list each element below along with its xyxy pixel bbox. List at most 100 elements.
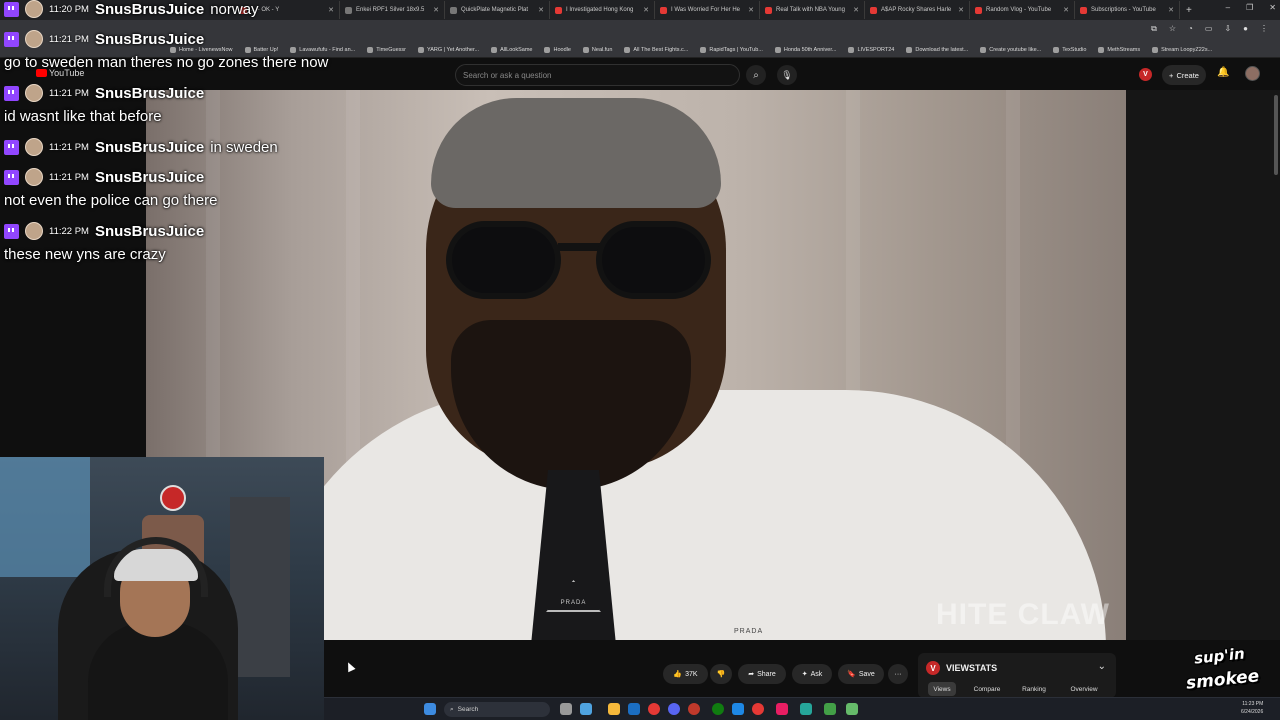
tab-close-icon[interactable]: ✕ xyxy=(643,6,649,14)
taskbar-search[interactable]: ⌕ Search xyxy=(444,702,550,717)
app-icon[interactable] xyxy=(846,703,858,715)
tab-close-icon[interactable]: ✕ xyxy=(958,6,964,14)
like-button[interactable]: 👍 37K xyxy=(663,664,708,684)
widgets-icon[interactable] xyxy=(580,703,592,715)
download-icon[interactable]: ⇩ xyxy=(1224,24,1231,34)
extension-icon[interactable]: ◔ xyxy=(1188,24,1193,34)
twitch-icon xyxy=(4,169,19,185)
youtube-favicon xyxy=(765,6,772,14)
thumbs-up-icon: 👍 xyxy=(673,671,683,678)
chat-message-text: norway xyxy=(210,0,259,18)
bookmark-item[interactable]: Create youtube like... xyxy=(980,46,1041,53)
chat-username: SnusBrusJuice xyxy=(94,0,205,18)
bookmark-star-icon[interactable]: ☆ xyxy=(1169,24,1176,34)
save-button[interactable]: 🔖 Save xyxy=(838,664,884,684)
tab-close-icon[interactable]: ✕ xyxy=(748,6,754,14)
microphone-icon[interactable]: 🎙 xyxy=(777,65,797,85)
bookmark-icon: 🔖 xyxy=(847,671,856,678)
create-button[interactable]: + Create xyxy=(1162,65,1206,85)
viewstats-tab[interactable]: Views xyxy=(928,682,956,696)
store-icon[interactable] xyxy=(732,703,744,715)
file-explorer-icon[interactable] xyxy=(608,703,620,715)
bookmark-item[interactable]: YARG | Yet Another... xyxy=(417,46,480,53)
viewstats-tab[interactable]: Compare xyxy=(966,682,1008,696)
bookmark-item[interactable]: RapidTags | YouTub... xyxy=(700,46,763,53)
youtube-favicon xyxy=(870,6,877,14)
app-icon[interactable] xyxy=(800,703,812,715)
share-button[interactable]: ➦ Share xyxy=(738,664,786,684)
chat-message-header: 11:21 PM SnusBrusJuice xyxy=(4,30,204,48)
close-window-icon[interactable]: ✕ xyxy=(1269,3,1276,12)
app-icon[interactable] xyxy=(824,703,836,715)
browser-tab[interactable]: Subscriptions - YouTube ✕ xyxy=(1075,1,1180,19)
bookmark-favicon xyxy=(1098,46,1105,53)
dislike-button[interactable]: 👎 xyxy=(710,664,732,684)
search-input[interactable]: Search or ask a question xyxy=(455,64,740,86)
bookmark-item[interactable]: MethStreams xyxy=(1098,46,1140,53)
xbox-icon[interactable] xyxy=(712,703,724,715)
bookmark-label: TimeGuessr xyxy=(376,46,406,53)
browser-tab[interactable]: QuickPlate Magnetic Plat ✕ xyxy=(445,1,550,19)
restore-icon[interactable]: ❐ xyxy=(1246,3,1253,12)
bookmark-item[interactable]: Stream LoopyZ22s... xyxy=(1152,46,1212,53)
viewstats-tab[interactable]: Ranking xyxy=(1014,682,1054,696)
browser-tab[interactable]: I Was Worried For Her He ✕ xyxy=(655,1,760,19)
menu-dots-icon[interactable]: ⋮ xyxy=(1260,24,1268,34)
tab-close-icon[interactable]: ✕ xyxy=(1168,6,1174,14)
browser-tab[interactable]: Real Talk with NBA Young ✕ xyxy=(760,1,865,19)
sparkle-icon: ✦ xyxy=(801,671,808,678)
bookmark-item[interactable]: Neal.fun xyxy=(582,46,613,53)
bookmark-item[interactable]: Hoodle xyxy=(544,46,571,53)
viewstats-extension-icon[interactable]: V xyxy=(1139,68,1152,81)
bookmark-item[interactable]: Download the latest... xyxy=(906,46,968,53)
page-scrollbar[interactable] xyxy=(1274,95,1278,175)
tab-close-icon[interactable]: ✕ xyxy=(433,6,439,14)
twitch-icon xyxy=(4,31,19,47)
bookmark-item[interactable]: All The Best Fights.c... xyxy=(624,46,689,53)
tab-close-icon[interactable]: ✕ xyxy=(853,6,859,14)
right-lens xyxy=(596,221,711,299)
chevron-down-icon[interactable]: ⌄ xyxy=(1098,661,1106,672)
opera-icon[interactable] xyxy=(688,703,700,715)
search-icon[interactable]: ⌕ xyxy=(746,65,766,85)
bookmark-item[interactable]: LIVESPORT24 xyxy=(848,46,894,53)
bookmark-favicon xyxy=(774,46,781,53)
obs-icon[interactable] xyxy=(752,703,764,715)
browser-tab[interactable]: Random Vlog - YouTube ✕ xyxy=(970,1,1075,19)
bookmark-label: Neal.fun xyxy=(591,46,613,53)
bookmark-favicon xyxy=(624,46,631,53)
chat-username: SnusBrusJuice xyxy=(94,168,205,186)
more-actions-button[interactable]: ··· xyxy=(888,664,908,684)
bookmark-item[interactable]: AllLookSame xyxy=(491,46,532,53)
browser-tab[interactable]: I Investigated Hong Kong ✕ xyxy=(550,1,655,19)
tab-close-icon[interactable]: ✕ xyxy=(538,6,544,14)
bookmark-item[interactable]: Honda 50th Anniver... xyxy=(774,46,836,53)
profile-icon[interactable]: ● xyxy=(1243,24,1248,34)
bookmark-label: Hoodle xyxy=(553,46,571,53)
new-tab-button[interactable]: + xyxy=(1186,5,1192,16)
youtube-favicon xyxy=(975,6,982,14)
start-icon[interactable] xyxy=(424,703,436,715)
task-view-icon[interactable] xyxy=(560,703,572,715)
glasses-bridge xyxy=(558,243,602,251)
tab-title: I Was Worried For Her He xyxy=(671,7,741,13)
install-icon[interactable]: ⧉ xyxy=(1151,24,1157,34)
chat-avatar xyxy=(25,138,43,156)
bookmark-item[interactable]: TexStudio xyxy=(1053,46,1086,53)
tab-close-icon[interactable]: ✕ xyxy=(1063,6,1069,14)
app-icon[interactable] xyxy=(776,703,788,715)
minimize-icon[interactable]: – xyxy=(1226,3,1230,12)
discord-icon[interactable] xyxy=(668,703,680,715)
sidebar-toggle-icon[interactable]: ▭ xyxy=(1205,24,1213,34)
browser-tab[interactable]: A$AP Rocky Shares Harle ✕ xyxy=(865,1,970,19)
chat-message-text: in sweden xyxy=(210,138,278,156)
ask-button[interactable]: ✦ Ask xyxy=(792,664,832,684)
viewstats-tab[interactable]: Overview xyxy=(1060,682,1108,696)
chrome-icon[interactable] xyxy=(648,703,660,715)
bookmark-label: YARG | Yet Another... xyxy=(426,46,480,53)
account-avatar[interactable] xyxy=(1245,66,1260,81)
bookmark-label: All The Best Fights.c... xyxy=(633,46,689,53)
twitch-icon xyxy=(4,85,19,101)
steam-icon[interactable] xyxy=(628,703,640,715)
notifications-bell-icon[interactable]: 🔔 xyxy=(1217,67,1229,78)
